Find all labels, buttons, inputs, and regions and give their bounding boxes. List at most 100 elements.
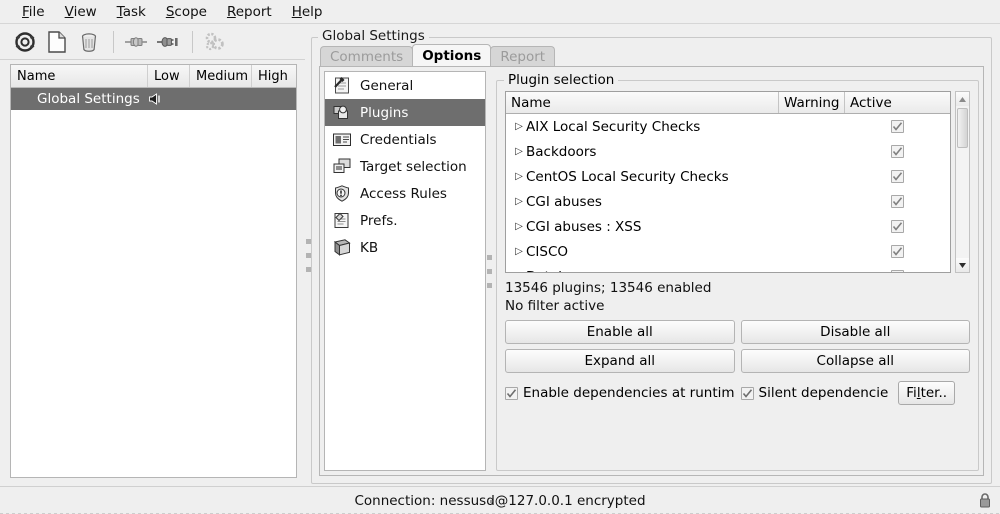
plugin-table-area: Name Warning Active ▷ AIX Local Security…	[505, 91, 970, 273]
settings-tabs: Comments Options Report General Plugins …	[319, 44, 984, 476]
checkbox-checked-icon[interactable]	[891, 220, 904, 233]
plugin-active-cell[interactable]	[845, 195, 950, 208]
table-row[interactable]: Global Settings	[11, 88, 296, 110]
column-header-high[interactable]: High	[252, 65, 296, 87]
sidebar-item-plugins[interactable]: Plugins	[325, 99, 485, 126]
new-scan-icon[interactable]	[10, 27, 40, 57]
sidebar-item-prefs[interactable]: Prefs.	[325, 207, 485, 234]
column-header-medium[interactable]: Medium	[190, 65, 252, 87]
scrollbar-thumb[interactable]	[957, 108, 968, 148]
scroll-down-icon[interactable]	[956, 258, 969, 272]
table-row[interactable]: ▷ CentOS Local Security Checks	[506, 164, 950, 189]
menu-file[interactable]: File	[12, 2, 55, 22]
plugin-active-cell[interactable]	[845, 245, 950, 258]
menu-view-label: iew	[73, 3, 97, 20]
menu-bar: File View Task Scope Report Help	[0, 0, 1000, 24]
enable-dependencies-checkbox-item[interactable]: Enable dependencies at runtim	[505, 385, 735, 401]
expand-triangle-icon[interactable]: ▷	[512, 171, 526, 182]
table-row[interactable]: ▷ CGI abuses : XSS	[506, 214, 950, 239]
plugin-family-cell[interactable]: ▷ CGI abuses	[506, 194, 779, 210]
checkbox-checked-icon[interactable]	[891, 170, 904, 183]
menu-help[interactable]: Help	[282, 2, 333, 22]
expand-triangle-icon[interactable]: ▷	[512, 121, 526, 132]
plugin-family-cell[interactable]: ▷ Backdoors	[506, 144, 779, 160]
expand-triangle-icon[interactable]: ▷	[512, 196, 526, 207]
checkbox-checked-icon[interactable]	[891, 195, 904, 208]
menu-scope[interactable]: Scope	[156, 2, 217, 22]
menu-help-label: elp	[301, 3, 323, 20]
column-header-name[interactable]: Name	[11, 65, 148, 87]
menu-file-mnemonic: F	[22, 3, 29, 20]
toolbar	[0, 24, 305, 60]
filter-button[interactable]: Fi l ter..	[898, 381, 956, 405]
plugin-family-cell[interactable]: ▷ CISCO	[506, 244, 779, 260]
sidebar-item-access-rules[interactable]: Access Rules	[325, 180, 485, 207]
column-header-plugin-name[interactable]: Name	[506, 92, 779, 113]
sidebar-item-general[interactable]: General	[325, 72, 485, 99]
disable-all-button[interactable]: Disable all	[740, 320, 970, 344]
expand-triangle-icon[interactable]: ▷	[512, 271, 526, 272]
table-row[interactable]: ▷ AIX Local Security Checks	[506, 114, 950, 139]
plugin-count-status: 13546 plugins; 13546 enabled	[505, 280, 712, 296]
plugin-table-header: Name Warning Active	[506, 92, 950, 114]
checkbox-checked-icon[interactable]	[891, 245, 904, 258]
expand-triangle-icon[interactable]: ▷	[512, 146, 526, 157]
menu-view[interactable]: View	[55, 2, 107, 22]
access-rules-icon	[331, 184, 353, 204]
collapse-all-button[interactable]: Collapse all	[740, 349, 970, 373]
checkbox-checked-icon[interactable]	[891, 120, 904, 133]
enable-all-button[interactable]: Enable all	[505, 320, 735, 344]
plugins-icon	[331, 103, 353, 123]
connect-plug-icon[interactable]	[121, 27, 151, 57]
plugin-active-cell[interactable]	[845, 220, 950, 233]
menu-report-label: eport	[235, 3, 272, 20]
plugin-family-cell[interactable]: ▷ Databases	[506, 269, 779, 273]
column-header-active[interactable]: Active	[845, 92, 950, 113]
menu-task[interactable]: Task	[107, 2, 156, 22]
expand-all-button[interactable]: Expand all	[505, 349, 735, 373]
sidebar-item-credentials[interactable]: Credentials	[325, 126, 485, 153]
plugin-action-buttons: Enable all Disable all Expand all Collap…	[505, 320, 970, 373]
table-row[interactable]: ▷ CGI abuses	[506, 189, 950, 214]
sidebar-item-kb[interactable]: KB	[325, 234, 485, 261]
scrollbar-track[interactable]	[956, 106, 969, 258]
plugin-table[interactable]: Name Warning Active ▷ AIX Local Security…	[505, 91, 951, 273]
plugin-family-cell[interactable]: ▷ CGI abuses : XSS	[506, 219, 779, 235]
disconnect-plug-icon[interactable]	[153, 27, 183, 57]
tab-report[interactable]: Report	[490, 46, 556, 66]
table-row[interactable]: ▷ CISCO	[506, 239, 950, 264]
expand-triangle-icon[interactable]: ▷	[512, 221, 526, 232]
table-row[interactable]: ▷ Databases	[506, 264, 950, 272]
scroll-up-icon[interactable]	[956, 92, 969, 106]
plugin-family-cell[interactable]: ▷ CentOS Local Security Checks	[506, 169, 779, 185]
checkbox-checked-icon[interactable]	[891, 270, 904, 272]
column-header-warning[interactable]: Warning	[779, 92, 845, 113]
scan-tree-header: Name Low Medium High	[11, 65, 296, 88]
toolbar-separator-1	[113, 30, 114, 53]
plugin-family-label: CentOS Local Security Checks	[526, 168, 729, 185]
plugin-active-cell[interactable]	[845, 145, 950, 158]
expand-triangle-icon[interactable]: ▷	[512, 246, 526, 257]
plugin-active-cell[interactable]	[845, 270, 950, 272]
column-header-low[interactable]: Low	[148, 65, 190, 87]
checkbox-checked-icon[interactable]	[891, 145, 904, 158]
plugin-active-cell[interactable]	[845, 170, 950, 183]
new-document-icon[interactable]	[42, 27, 72, 57]
menu-report[interactable]: Report	[217, 2, 282, 22]
delete-trash-icon[interactable]	[74, 27, 104, 57]
tab-options[interactable]: Options	[412, 44, 492, 66]
table-row[interactable]: ▷ Backdoors	[506, 139, 950, 164]
silent-dependencies-checkbox-item[interactable]: Silent dependencie	[740, 385, 888, 401]
plugin-family-label: CISCO	[526, 243, 569, 260]
settings-category-list[interactable]: General Plugins Credentials Target selec…	[324, 71, 486, 471]
checkbox-checked-icon[interactable]	[740, 386, 754, 400]
scan-tree[interactable]: Name Low Medium High Global Settings	[10, 64, 297, 478]
plugin-active-cell[interactable]	[845, 120, 950, 133]
plugin-family-label: CGI abuses : XSS	[526, 218, 642, 235]
enable-dependencies-label: Enable dependencies at runtim	[523, 385, 735, 401]
checkbox-checked-icon[interactable]	[505, 386, 518, 400]
plugin-family-cell[interactable]: ▷ AIX Local Security Checks	[506, 119, 779, 135]
sidebar-item-target-selection[interactable]: Target selection	[325, 153, 485, 180]
plugin-table-scrollbar[interactable]	[955, 91, 970, 273]
tab-comments[interactable]: Comments	[320, 46, 414, 66]
